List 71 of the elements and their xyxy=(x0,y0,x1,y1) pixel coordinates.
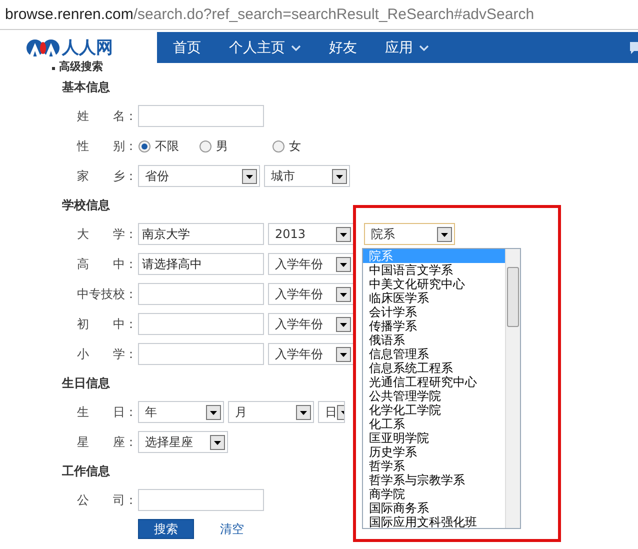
nav-link[interactable]: 应用 xyxy=(371,32,443,63)
field-label: 生 日： xyxy=(76,404,138,420)
select-field[interactable]: 入学年份 xyxy=(268,343,354,365)
radio-icon[interactable] xyxy=(199,140,212,152)
dropdown-option[interactable]: 国际商务系 xyxy=(363,501,505,515)
dropdown-option[interactable]: 中美文化研究中心 xyxy=(363,277,505,291)
field-label: 大 学： xyxy=(76,226,138,242)
section-title: 生日信息 xyxy=(62,374,110,392)
dropdown-option[interactable]: 化工系 xyxy=(363,417,505,431)
dropdown-option[interactable]: 化学化工学院 xyxy=(363,403,505,417)
dropdown-option[interactable]: 信息系统工程系 xyxy=(363,361,505,375)
chat-icon[interactable] xyxy=(630,40,638,54)
select-field[interactable]: 日 xyxy=(318,401,345,423)
text-field[interactable] xyxy=(138,489,264,511)
section-title: 工作信息 xyxy=(62,462,110,480)
page-title: 高级搜索 xyxy=(59,61,103,73)
select-field[interactable]: 入学年份 xyxy=(268,253,354,275)
select-field[interactable]: 选择星座 xyxy=(138,431,228,453)
field-label: 初 中： xyxy=(76,316,138,332)
clear-link[interactable]: 清空 xyxy=(220,520,244,538)
text-field[interactable]: 请选择高中 xyxy=(138,253,264,275)
nav-link[interactable]: 个人主页 xyxy=(215,32,315,63)
bullet-icon xyxy=(52,66,55,70)
field-label: 性 别： xyxy=(76,138,138,154)
text-field[interactable]: 南京大学 xyxy=(138,223,264,245)
section-title: 基本信息 xyxy=(62,78,110,96)
radio-option[interactable]: 女 xyxy=(272,138,301,154)
dropdown-option[interactable]: 匡亚明学院 xyxy=(363,431,505,445)
text-field[interactable] xyxy=(138,105,264,127)
dropdown-option[interactable]: 中国语言文学系 xyxy=(363,263,505,277)
dropdown-option[interactable]: 历史学系 xyxy=(363,445,505,459)
radio-option[interactable]: 男 xyxy=(199,138,228,154)
dropdown-option[interactable]: 公共管理学院 xyxy=(363,389,505,403)
dropdown-option[interactable]: 会计学系 xyxy=(363,305,505,319)
search-button[interactable]: 搜索 xyxy=(138,519,194,539)
dropdown-option[interactable]: 临床医学系 xyxy=(363,291,505,305)
dropdown-option[interactable]: 信息管理系 xyxy=(363,347,505,361)
dropdown-option[interactable]: 俄语系 xyxy=(363,333,505,347)
field-label: 家 乡： xyxy=(76,168,138,184)
select-field[interactable]: 入学年份 xyxy=(268,283,354,305)
address-bar[interactable]: browse.renren.com/search.do?ref_search=searchResult_ReSearch#advSearch xyxy=(0,0,638,30)
dropdown-option[interactable]: 商学院 xyxy=(363,487,505,501)
select-field[interactable]: 院系 xyxy=(364,223,455,245)
dropdown-option[interactable]: 光通信工程研究中心 xyxy=(363,375,505,389)
field-label: 公 司： xyxy=(76,492,138,508)
select-field[interactable]: 月 xyxy=(228,401,314,423)
dropdown-option[interactable]: 传播学系 xyxy=(363,319,505,333)
select-field[interactable]: 2013 xyxy=(268,223,354,245)
dropdown-option[interactable]: 哲学系与宗教学系 xyxy=(363,473,505,487)
nav-link[interactable]: 好友 xyxy=(315,32,371,63)
text-field[interactable] xyxy=(138,283,264,305)
radio-icon[interactable] xyxy=(272,140,285,152)
radio-option[interactable]: 不限 xyxy=(138,138,179,154)
field-label: 高 中： xyxy=(76,256,138,272)
select-field[interactable]: 年 xyxy=(138,401,224,423)
text-field[interactable] xyxy=(138,343,264,365)
text-field[interactable] xyxy=(138,313,264,335)
dropdown-option[interactable]: 国际应用文科强化班 xyxy=(363,515,505,528)
section-title: 学校信息 xyxy=(62,196,110,214)
radio-icon[interactable] xyxy=(138,140,151,152)
field-label: 小 学： xyxy=(76,346,138,362)
field-label: 中专技校： xyxy=(76,286,138,302)
field-label: 姓 名： xyxy=(76,108,138,124)
select-field[interactable]: 省份 xyxy=(138,165,260,187)
select-field[interactable]: 城市 xyxy=(264,165,350,187)
select-field[interactable]: 入学年份 xyxy=(268,313,354,335)
field-label: 星 座： xyxy=(76,434,138,450)
dropdown-option[interactable]: 哲学系 xyxy=(363,459,505,473)
nav-link[interactable]: 首页 xyxy=(159,32,215,63)
logo-icon xyxy=(26,38,60,58)
scrollbar[interactable] xyxy=(505,249,520,528)
